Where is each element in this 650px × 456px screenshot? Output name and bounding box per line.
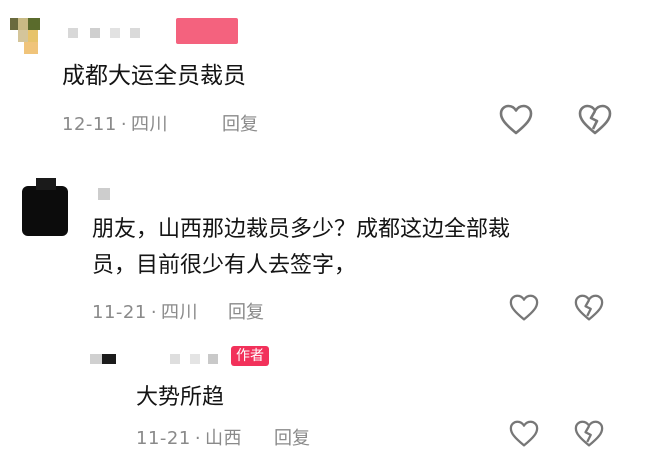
broken-heart-icon[interactable]	[574, 420, 604, 448]
comment-date-3: 11-21	[136, 428, 191, 449]
broken-heart-icon[interactable]	[578, 104, 612, 136]
comment-text-2-line1: 朋友，山西那边裁员多少？成都这边全部裁	[92, 217, 511, 242]
avatar-1[interactable]	[10, 18, 48, 56]
comment-meta-3: 11-21 · 山西	[136, 428, 243, 449]
comment-location-1: 四川	[131, 114, 169, 135]
comment-location-3: 山西	[205, 428, 243, 449]
username-3[interactable]	[90, 352, 220, 366]
comment-date-2: 11-21	[92, 302, 147, 323]
username-2[interactable]	[98, 188, 110, 200]
comment-meta-1: 12-11 · 四川	[62, 114, 169, 135]
broken-heart-icon[interactable]	[574, 294, 604, 322]
author-badge: 作者	[231, 346, 269, 366]
comment-text-2: 朋友，山西那边裁员多少？成都这边全部裁 员，目前很少有人去签字，	[92, 212, 510, 284]
comment-meta-2: 11-21 · 四川	[92, 302, 199, 323]
avatar-2[interactable]	[22, 178, 70, 238]
heart-outline-icon[interactable]	[509, 420, 539, 448]
reply-button-3[interactable]: 回复	[274, 424, 310, 450]
comment-text-2-line2: 员，目前很少有人去签字，	[92, 253, 357, 278]
comment-location-2: 四川	[161, 302, 199, 323]
heart-outline-icon[interactable]	[499, 104, 533, 136]
username-1[interactable]	[68, 26, 148, 40]
reply-button-2[interactable]: 回复	[228, 298, 264, 324]
reply-button-1[interactable]: 回复	[222, 110, 258, 136]
comment-text-1: 成都大运全员裁员	[62, 63, 246, 89]
author-badge-blurred	[176, 18, 238, 44]
comment-text-3: 大势所趋	[136, 385, 225, 410]
heart-outline-icon[interactable]	[509, 294, 539, 322]
comment-date-1: 12-11	[62, 114, 117, 135]
